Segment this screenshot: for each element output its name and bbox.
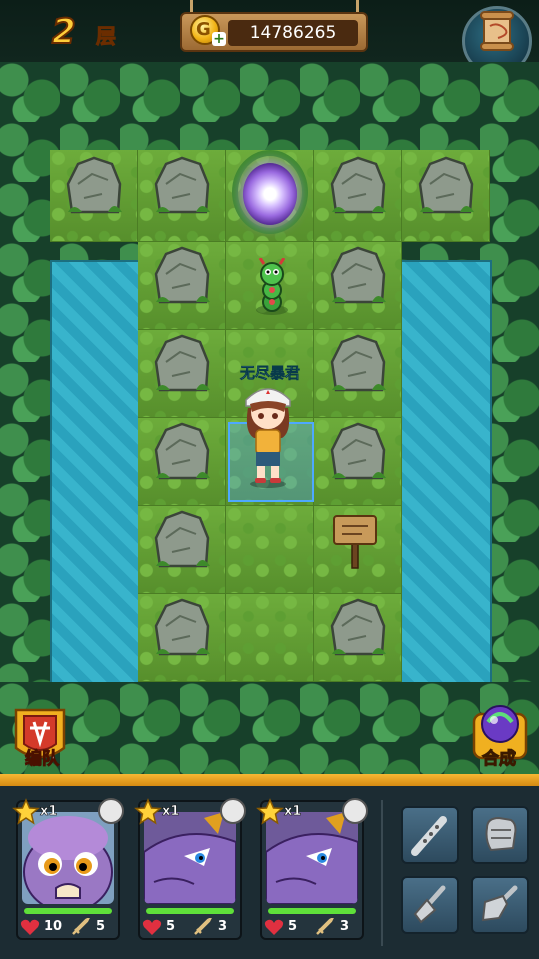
rock-obstacle [154, 510, 212, 568]
member-attack: 3 [340, 919, 350, 934]
member-hp: 5 [288, 919, 298, 934]
grass-tile[interactable] [226, 594, 314, 682]
star-icon [12, 798, 40, 825]
broom-icon [413, 885, 446, 924]
equipment-slot-broom[interactable] [401, 876, 459, 934]
rock-obstacle [330, 246, 388, 304]
equipment-slot-gauntlet[interactable] [471, 806, 529, 864]
star-icon [134, 798, 162, 825]
water-pool-right [400, 260, 492, 700]
team-member-card[interactable]: x1 5 3 [134, 798, 246, 940]
rock-obstacle [154, 156, 212, 214]
floor-number: 2 [51, 11, 77, 53]
panel-separator [381, 800, 383, 946]
rock-obstacle [330, 334, 388, 392]
gauntlet-icon [485, 816, 517, 852]
trowel-icon [481, 885, 518, 922]
sword-icon [194, 918, 212, 935]
sword-icon [316, 918, 334, 935]
paw-icon [342, 798, 368, 824]
member-attack: 3 [218, 919, 228, 934]
hp-bar [268, 908, 356, 914]
member-attack: 5 [96, 919, 106, 934]
rock-obstacle [154, 422, 212, 480]
scroll-map-icon [480, 11, 514, 51]
grass-tile[interactable] [226, 506, 314, 594]
exit-portal[interactable] [243, 163, 297, 225]
paw-icon [98, 798, 124, 824]
player-character[interactable] [236, 378, 300, 490]
floor-unit-label: 层 [96, 24, 117, 49]
hp-bar-fill [146, 908, 234, 914]
member-count: x1 [162, 804, 180, 820]
rock-obstacle [330, 422, 388, 480]
rock-obstacle [330, 598, 388, 656]
hp-bar [146, 908, 234, 914]
hp-bar [24, 908, 112, 914]
member-count: x1 [40, 804, 58, 820]
team-member-card[interactable]: x1 10 5 [12, 798, 124, 940]
wooden-signpost[interactable] [330, 508, 380, 570]
equipment-slot-trowel[interactable] [471, 876, 529, 934]
hp-bar-fill [268, 908, 356, 914]
rock-obstacle [154, 334, 212, 392]
add-gold-button[interactable]: + [212, 32, 226, 46]
heart-icon [264, 919, 284, 935]
member-hp: 5 [166, 919, 176, 934]
equipment-slot-flute[interactable] [401, 806, 459, 864]
star-icon [256, 798, 284, 825]
heart-icon [20, 919, 40, 935]
water-pool-left [50, 260, 140, 700]
flute-icon [411, 816, 447, 856]
gold-amount: 14786265 [228, 20, 358, 46]
rock-obstacle [418, 156, 476, 214]
hp-bar-fill [24, 908, 112, 914]
member-count: x1 [284, 804, 302, 820]
rock-obstacle [330, 156, 388, 214]
member-hp: 10 [44, 919, 63, 934]
heart-icon [142, 919, 162, 935]
foliage-bottom [0, 682, 539, 774]
panel-divider [0, 774, 539, 786]
rock-obstacle [66, 156, 124, 214]
rock-obstacle [154, 598, 212, 656]
sword-icon [72, 918, 90, 935]
merge-label: 合成 [482, 749, 517, 770]
team-member-card[interactable]: x1 5 3 [256, 798, 368, 940]
caterpillar-monster[interactable] [250, 258, 294, 316]
rock-obstacle [154, 246, 212, 304]
paw-icon [220, 798, 246, 824]
team-formation-label: 编队 [25, 749, 60, 770]
